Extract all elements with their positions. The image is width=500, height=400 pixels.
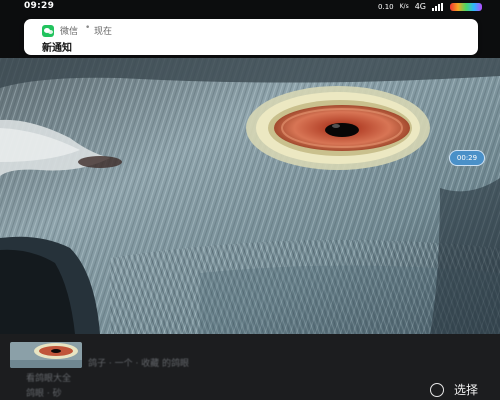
select-control[interactable]: 选择 bbox=[429, 381, 478, 398]
status-time: 09:29 bbox=[24, 1, 55, 11]
network-speed: 0.10 bbox=[378, 2, 394, 11]
chat-preview-line-1: 鸽子 · 一个 · 收藏 的鸽眼 bbox=[88, 359, 190, 369]
screen: 09:29 0.10 K/s 4G 微信 • 现在 新通知 00:29 鸽子 ·… bbox=[0, 0, 500, 400]
network-type: 4G bbox=[414, 2, 426, 11]
notification-time: 现在 bbox=[94, 27, 113, 37]
chat-preview-line-3: 鸽眼 · 砂 bbox=[26, 389, 62, 399]
notification-separator: • bbox=[85, 23, 91, 33]
network-speed-unit: K/s bbox=[399, 3, 409, 10]
select-label: 选择 bbox=[453, 383, 478, 397]
notification-body: 新通知 bbox=[42, 43, 72, 54]
battery-icon bbox=[450, 2, 482, 11]
signal-icon bbox=[432, 2, 444, 11]
chat-preview-area: 鸽子 · 一个 · 收藏 的鸽眼 看鸽眼大全 鸽眼 · 砂 选择 bbox=[0, 334, 500, 400]
select-radio-icon[interactable] bbox=[429, 382, 444, 397]
image-thumbnail[interactable] bbox=[10, 342, 82, 368]
status-bar: 09:29 0.10 K/s 4G bbox=[0, 0, 500, 14]
timestamp-badge: 00:29 bbox=[449, 150, 485, 166]
wechat-icon bbox=[42, 25, 54, 37]
status-icons: 0.10 K/s 4G bbox=[378, 2, 482, 11]
chat-preview-line-2: 看鸽眼大全 bbox=[26, 374, 72, 384]
notification-app-name: 微信 bbox=[60, 27, 79, 37]
pigeon-eye-photo[interactable]: 00:29 bbox=[0, 58, 500, 334]
notification-card[interactable]: 微信 • 现在 新通知 bbox=[24, 19, 478, 55]
